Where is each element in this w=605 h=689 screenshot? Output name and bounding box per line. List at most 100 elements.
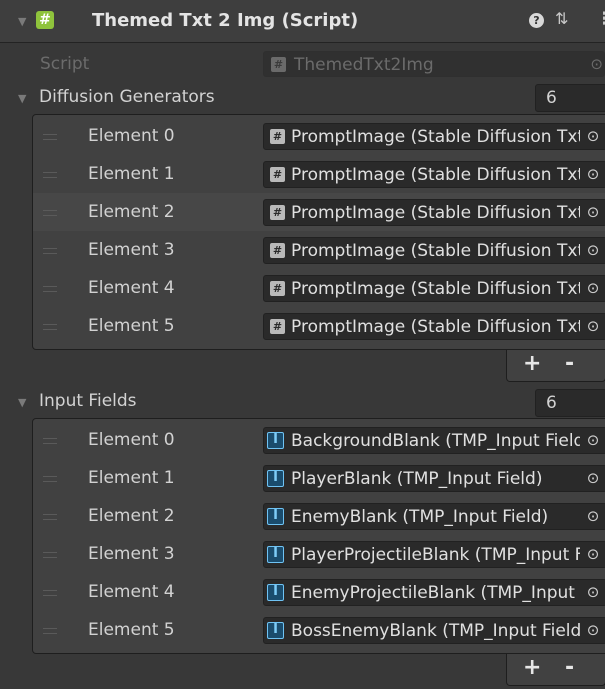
script-icon: #: [270, 243, 285, 258]
list-item[interactable]: Element 3 # PromptImage (Stable Diffusio…: [33, 231, 605, 269]
element-label: Element 0: [88, 126, 175, 146]
drag-handle-icon[interactable]: [43, 628, 57, 634]
object-picker-icon[interactable]: ⊙: [580, 428, 605, 453]
list-item[interactable]: Element 3 I PlayerProjectileBlank (TMP_I…: [33, 535, 605, 573]
list-item[interactable]: Element 0 I BackgroundBlank (TMP_Input F…: [33, 421, 605, 459]
object-field[interactable]: # PromptImage (Stable Diffusion Txt2Img)…: [263, 161, 605, 188]
list-item[interactable]: Element 1 # PromptImage (Stable Diffusio…: [33, 155, 605, 193]
object-value: PromptImage (Stable Diffusion Txt2Img): [291, 317, 581, 337]
drag-handle-icon[interactable]: [43, 134, 57, 140]
list-item[interactable]: Element 4 I EnemyProjectileBlank (TMP_In…: [33, 573, 605, 611]
object-field[interactable]: I PlayerProjectileBlank (TMP_Input Field…: [263, 541, 605, 568]
object-picker-icon[interactable]: ⊙: [580, 580, 605, 605]
drag-handle-icon[interactable]: [43, 248, 57, 254]
drag-handle-icon[interactable]: [43, 552, 57, 558]
input-field-icon: I: [267, 470, 284, 487]
add-element-button[interactable]: +: [523, 655, 541, 680]
script-field: # ThemedTxt2Img ⊙: [263, 51, 605, 77]
add-element-button[interactable]: +: [523, 351, 541, 376]
script-icon: #: [270, 281, 285, 296]
element-label: Element 4: [88, 278, 175, 298]
input-field-icon: I: [267, 584, 284, 601]
script-icon: #: [270, 167, 285, 182]
diffusion-count-field[interactable]: 6: [535, 84, 605, 112]
input-field-icon: I: [267, 622, 284, 639]
object-picker-icon[interactable]: ⊙: [580, 238, 605, 263]
more-options-icon[interactable]: ⋮: [596, 9, 605, 29]
object-field[interactable]: I EnemyBlank (TMP_Input Field) ⊙: [263, 503, 605, 530]
script-icon: #: [270, 205, 285, 220]
script-icon: #: [270, 129, 285, 144]
input-field-icon: I: [267, 432, 284, 449]
diffusion-generators-label[interactable]: Diffusion Generators: [39, 87, 215, 107]
script-icon: #: [270, 319, 285, 334]
input-fields-count-field[interactable]: 6: [535, 389, 605, 417]
object-field[interactable]: I PlayerBlank (TMP_Input Field) ⊙: [263, 465, 605, 492]
object-picker-icon[interactable]: ⊙: [580, 618, 605, 643]
object-picker-icon[interactable]: ⊙: [580, 466, 605, 491]
remove-element-button[interactable]: -: [565, 351, 574, 376]
object-field[interactable]: # PromptImage (Stable Diffusion Txt2Img)…: [263, 199, 605, 226]
input-fields-add-remove-bar: + -: [506, 654, 605, 686]
script-component-icon: #: [36, 11, 54, 29]
drag-handle-icon[interactable]: [43, 210, 57, 216]
object-value: PlayerBlank (TMP_Input Field): [291, 469, 543, 489]
list-item[interactable]: Element 2 # PromptImage (Stable Diffusio…: [33, 193, 605, 231]
drag-handle-icon[interactable]: [43, 172, 57, 178]
component-header: ▼ # Themed Txt 2 Img (Script) ? ⇅ ⋮: [0, 0, 605, 43]
input-field-icon: I: [267, 508, 284, 525]
element-label: Element 3: [88, 544, 175, 564]
input-fields-list: Element 0 I BackgroundBlank (TMP_Input F…: [32, 418, 605, 654]
object-value: PromptImage (Stable Diffusion Txt2Img): [291, 279, 581, 299]
element-label: Element 5: [88, 316, 175, 336]
object-value: PromptImage (Stable Diffusion Txt2Img): [291, 165, 581, 185]
diffusion-list: Element 0 # PromptImage (Stable Diffusio…: [32, 114, 605, 350]
object-picker-icon[interactable]: ⊙: [580, 542, 605, 567]
element-label: Element 2: [88, 506, 175, 526]
drag-handle-icon[interactable]: [43, 476, 57, 482]
object-field[interactable]: # PromptImage (Stable Diffusion Txt2Img)…: [263, 313, 605, 340]
fold-arrow-icon[interactable]: ▼: [18, 15, 26, 28]
object-picker-icon[interactable]: ⊙: [580, 200, 605, 225]
object-picker-icon[interactable]: ⊙: [580, 162, 605, 187]
list-item[interactable]: Element 5 I BossEnemyBlank (TMP_Input Fi…: [33, 611, 605, 649]
object-value: EnemyBlank (TMP_Input Field): [291, 507, 549, 527]
list-item[interactable]: Element 1 I PlayerBlank (TMP_Input Field…: [33, 459, 605, 497]
input-fields-fold-icon[interactable]: ▼: [18, 396, 26, 409]
list-item[interactable]: Element 0 # PromptImage (Stable Diffusio…: [33, 117, 605, 155]
element-label: Element 1: [88, 164, 175, 184]
object-field[interactable]: I BossEnemyBlank (TMP_Input Field) ⊙: [263, 617, 605, 644]
object-value: EnemyProjectileBlank (TMP_Input Field): [291, 583, 581, 603]
object-picker-icon: ⊙: [590, 55, 603, 73]
list-item[interactable]: Element 5 # PromptImage (Stable Diffusio…: [33, 307, 605, 345]
object-picker-icon[interactable]: ⊙: [580, 276, 605, 301]
remove-element-button[interactable]: -: [565, 655, 574, 680]
diffusion-add-remove-bar: + -: [506, 350, 605, 382]
diffusion-fold-icon[interactable]: ▼: [18, 92, 26, 105]
input-fields-label[interactable]: Input Fields: [39, 391, 137, 411]
element-label: Element 2: [88, 202, 175, 222]
object-value: PromptImage (Stable Diffusion Txt2Img): [291, 203, 581, 223]
object-field[interactable]: # PromptImage (Stable Diffusion Txt2Img)…: [263, 237, 605, 264]
help-icon[interactable]: ?: [529, 13, 544, 28]
presets-icon[interactable]: ⇅: [555, 9, 568, 28]
object-picker-icon[interactable]: ⊙: [580, 314, 605, 339]
object-value: BossEnemyBlank (TMP_Input Field): [291, 621, 581, 641]
list-item[interactable]: Element 2 I EnemyBlank (TMP_Input Field)…: [33, 497, 605, 535]
object-field[interactable]: I EnemyProjectileBlank (TMP_Input Field)…: [263, 579, 605, 606]
script-value: ThemedTxt2Img: [294, 55, 434, 75]
list-item[interactable]: Element 4 # PromptImage (Stable Diffusio…: [33, 269, 605, 307]
object-field[interactable]: I BackgroundBlank (TMP_Input Field) ⊙: [263, 427, 605, 454]
drag-handle-icon[interactable]: [43, 324, 57, 330]
object-value: PromptImage (Stable Diffusion Txt2Img): [291, 241, 581, 261]
drag-handle-icon[interactable]: [43, 514, 57, 520]
drag-handle-icon[interactable]: [43, 286, 57, 292]
object-field[interactable]: # PromptImage (Stable Diffusion Txt2Img)…: [263, 123, 605, 150]
element-label: Element 4: [88, 582, 175, 602]
object-picker-icon[interactable]: ⊙: [580, 504, 605, 529]
object-value: PromptImage (Stable Diffusion Txt2Img): [291, 127, 581, 147]
drag-handle-icon[interactable]: [43, 438, 57, 444]
drag-handle-icon[interactable]: [43, 590, 57, 596]
object-picker-icon[interactable]: ⊙: [580, 124, 605, 149]
object-field[interactable]: # PromptImage (Stable Diffusion Txt2Img)…: [263, 275, 605, 302]
